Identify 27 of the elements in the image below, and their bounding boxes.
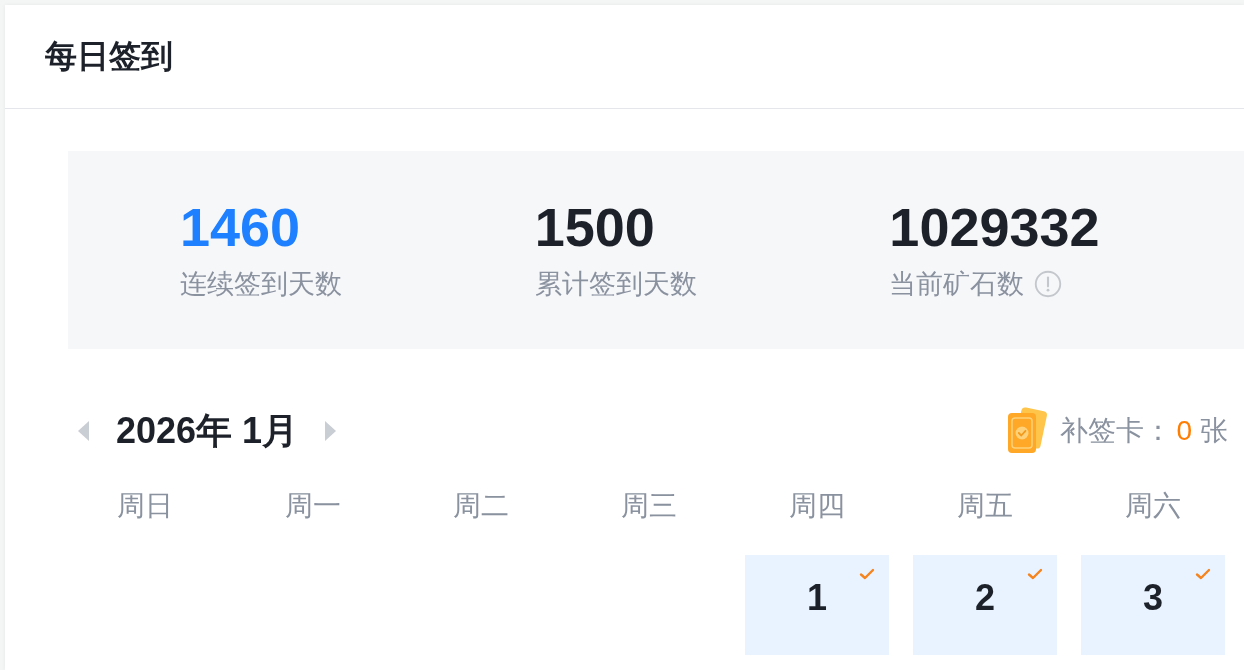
- day-cell[interactable]: 1: [745, 555, 889, 655]
- previous-month-icon[interactable]: [78, 421, 90, 441]
- info-icon[interactable]: [1034, 269, 1063, 298]
- check-icon: [859, 568, 875, 580]
- page-title: 每日签到: [45, 36, 173, 76]
- makeup-card-unit: 张: [1200, 414, 1228, 448]
- makeup-card-label: 补签卡：: [1060, 414, 1173, 448]
- weekday-label: 周四: [789, 489, 845, 523]
- check-icon: [1027, 568, 1043, 580]
- weekday-label: 周六: [1125, 489, 1181, 523]
- stat-label: 连续签到天数: [180, 267, 342, 301]
- weekday-label: 周三: [621, 489, 677, 523]
- month-label: 2026年 1月: [116, 408, 299, 453]
- stat-value: 1029332: [889, 198, 1100, 258]
- weekday-label: 周五: [957, 489, 1013, 523]
- stat-value: 1500: [534, 198, 655, 258]
- day-cell[interactable]: 3: [1081, 555, 1225, 655]
- weekday-label: 周日: [117, 489, 173, 523]
- makeup-card-count: 0: [1176, 415, 1192, 447]
- stat-label: 当前矿石数: [889, 267, 1025, 301]
- stat-value: 1460: [180, 198, 301, 258]
- next-month-icon[interactable]: [324, 421, 337, 441]
- weekday-label: 周一: [285, 489, 341, 523]
- stat-label: 累计签到天数: [534, 267, 697, 301]
- check-icon: [1195, 568, 1211, 580]
- weekday-label: 周二: [453, 489, 509, 523]
- day-cell[interactable]: 2: [913, 555, 1057, 655]
